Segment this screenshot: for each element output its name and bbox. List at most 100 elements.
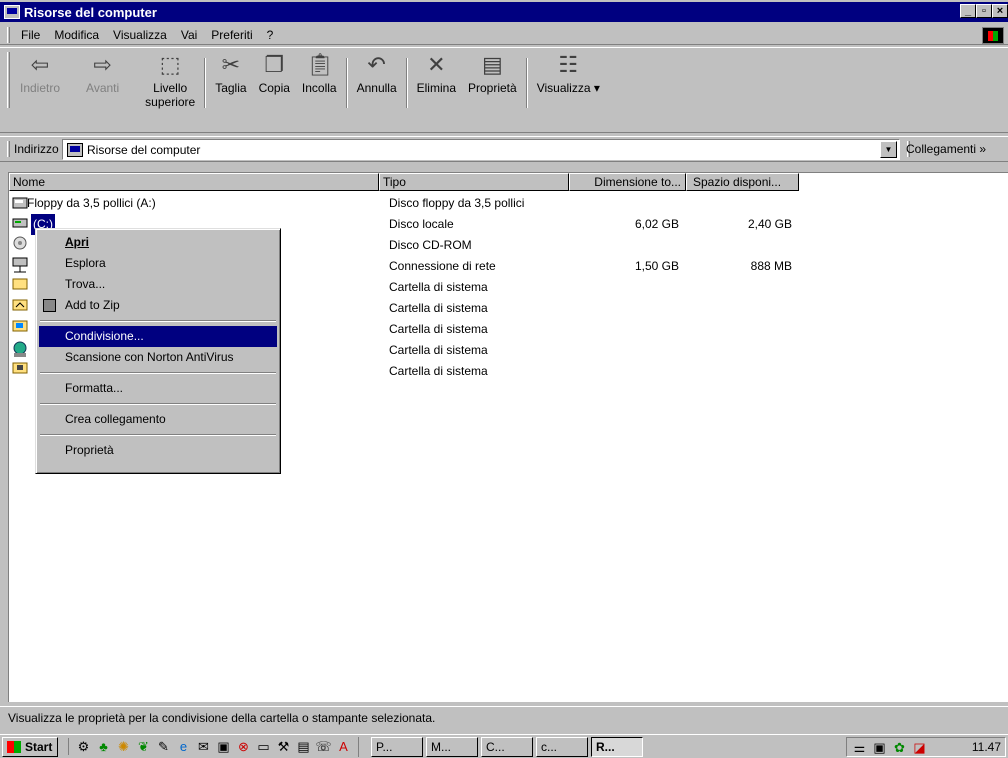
context-add-to-zip[interactable]: Add to Zip: [39, 295, 277, 316]
system-tray: ⚌ ▣ ✿ ◪ 11.47: [846, 737, 1006, 757]
column-name[interactable]: Nome: [9, 173, 379, 191]
context-menu: Apri Esplora Trova... Add to Zip Condivi…: [35, 228, 281, 474]
back-button[interactable]: ⇦ Indietro: [14, 52, 66, 95]
context-explore[interactable]: Esplora: [39, 253, 277, 274]
quicklaunch-app-icon[interactable]: ⚙: [75, 738, 92, 755]
clock[interactable]: 11.47: [972, 740, 1005, 754]
status-bar: Visualizza le proprietà per la condivisi…: [0, 706, 1008, 728]
list-item-free: 888 MB: [750, 259, 792, 273]
drive-icons: [12, 197, 28, 374]
quicklaunch-tools-icon[interactable]: ⚒: [275, 738, 292, 755]
delete-button[interactable]: ✕ Elimina: [411, 52, 462, 95]
task-button-m[interactable]: M...: [426, 736, 478, 757]
list-item-size: 6,02 GB: [634, 217, 679, 231]
address-field[interactable]: Risorse del computer: [62, 139, 900, 160]
back-arrow-icon: ⇦: [30, 52, 50, 77]
tray-app-icon[interactable]: ✿: [891, 739, 908, 756]
quicklaunch-doc-icon[interactable]: ▤: [295, 738, 312, 755]
quicklaunch-tree-icon[interactable]: ♣: [95, 738, 112, 755]
toolbar-grip: [7, 52, 10, 108]
copy-button[interactable]: ❐ Copia: [253, 52, 296, 95]
views-icon: ☷: [558, 52, 579, 77]
menu-help[interactable]: ?: [260, 28, 281, 42]
menu-view[interactable]: Visualizza: [106, 28, 174, 42]
list-item-type: Cartella di sistema: [389, 322, 488, 336]
quicklaunch-sun-icon[interactable]: ✺: [115, 738, 132, 755]
quicklaunch-acrobat-icon[interactable]: A: [335, 738, 352, 755]
list-item-type: Connessione di rete: [389, 259, 496, 273]
computer-icon: [67, 142, 83, 157]
list-item-name[interactable]: Floppy da 3,5 pollici (A:): [27, 193, 156, 214]
list-item-size: 1,50 GB: [634, 259, 679, 273]
quicklaunch-desktop-icon[interactable]: ▣: [215, 738, 232, 755]
list-item-type: Cartella di sistema: [389, 301, 488, 315]
task-button-p[interactable]: P...: [371, 736, 423, 757]
quicklaunch-stop-icon[interactable]: ⊗: [235, 738, 252, 755]
tray-network-icon[interactable]: ⚌: [851, 739, 868, 756]
zip-icon: [43, 299, 56, 312]
address-bar: Indirizzo Risorse del computer ▼ Collega…: [0, 136, 1008, 162]
quicklaunch-chat-icon[interactable]: ☏: [315, 738, 332, 755]
list-item-type: Disco locale: [389, 217, 454, 231]
context-format[interactable]: Formatta...: [39, 378, 277, 399]
task-button-c[interactable]: C...: [481, 736, 533, 757]
undo-icon: ↶: [367, 52, 386, 77]
folder-up-icon: ⬚: [159, 52, 181, 77]
task-button-folder[interactable]: c...: [536, 736, 588, 757]
taskbar: Start ⚙ ♣ ✺ ❦ ✎ e ✉ ▣ ⊗ ▭ ⚒ ▤ ☏ A P... M…: [0, 734, 1008, 758]
task-button-risorse[interactable]: R...: [591, 736, 643, 757]
list-item-free: 2,40 GB: [747, 217, 792, 231]
column-size[interactable]: Dimensione to...: [569, 173, 686, 191]
menu-go[interactable]: Vai: [174, 28, 204, 42]
clipboard-icon: 📋︎: [306, 52, 335, 77]
tray-acrobat-icon[interactable]: ◪: [911, 739, 928, 756]
up-level-button[interactable]: ⬚ Livello superiore: [139, 52, 201, 109]
context-find[interactable]: Trova...: [39, 274, 277, 295]
address-label: Indirizzo: [14, 142, 59, 156]
paste-button[interactable]: 📋︎ Incolla: [296, 52, 343, 95]
column-type[interactable]: Tipo: [379, 173, 569, 191]
list-item-type: Cartella di sistema: [389, 364, 488, 378]
list-item-type: Disco CD-ROM: [389, 238, 472, 252]
context-create-shortcut[interactable]: Crea collegamento: [39, 409, 277, 430]
cut-button[interactable]: ✂ Taglia: [209, 52, 252, 95]
context-scan[interactable]: Scansione con Norton AntiVirus: [39, 347, 277, 368]
menu-file[interactable]: File: [14, 28, 47, 42]
links-button[interactable]: Collegamenti »: [906, 142, 986, 156]
undo-button[interactable]: ↶ Annulla: [351, 52, 403, 95]
scissors-icon: ✂: [221, 52, 241, 77]
context-share[interactable]: Condivisione...: [39, 326, 277, 347]
list-item-type: Disco floppy da 3,5 pollici: [389, 196, 525, 210]
windows-logo-icon: [982, 27, 1004, 44]
quicklaunch-ie-icon[interactable]: e: [175, 738, 192, 755]
list-item-type: Cartella di sistema: [389, 280, 488, 294]
list-item-type: Cartella di sistema: [389, 343, 488, 357]
views-button[interactable]: ☷ Visualizza ▾: [531, 52, 606, 95]
address-dropdown-button[interactable]: ▼: [880, 141, 897, 158]
copy-icon: ❐: [264, 52, 285, 77]
address-grip: [7, 141, 10, 157]
quicklaunch-pen-icon[interactable]: ✎: [155, 738, 172, 755]
menu-bar: File Modifica Visualizza Vai Preferiti ?: [0, 25, 1008, 45]
maximize-button[interactable]: ▫: [976, 4, 992, 18]
menu-favorites[interactable]: Preferiti: [204, 28, 259, 42]
start-button[interactable]: Start: [2, 736, 58, 757]
quicklaunch-leaf-icon[interactable]: ❦: [135, 738, 152, 755]
address-value: Risorse del computer: [87, 142, 201, 157]
quicklaunch-outlook-icon[interactable]: ✉: [195, 738, 212, 755]
context-properties[interactable]: Proprietà: [39, 440, 277, 461]
quick-launch: ⚙ ♣ ✺ ❦ ✎ e ✉ ▣ ⊗ ▭ ⚒ ▤ ☏ A: [68, 738, 352, 755]
close-button[interactable]: ×: [992, 4, 1008, 18]
computer-icon: [4, 5, 20, 19]
quicklaunch-folder-icon[interactable]: ▭: [255, 738, 272, 755]
properties-button[interactable]: ▤ Proprietà: [462, 52, 523, 95]
forward-button[interactable]: ⇨ Avanti: [80, 52, 125, 95]
title-bar[interactable]: Risorse del computer _ ▫ ×: [0, 2, 1008, 22]
menu-edit[interactable]: Modifica: [47, 28, 106, 42]
context-open[interactable]: Apri: [39, 232, 277, 253]
tray-monitor-icon[interactable]: ▣: [871, 739, 888, 756]
forward-arrow-icon: ⇨: [93, 52, 112, 77]
column-free[interactable]: Spazio disponi...: [686, 173, 799, 191]
delete-x-icon: ✕: [427, 52, 446, 77]
minimize-button[interactable]: _: [960, 4, 976, 18]
